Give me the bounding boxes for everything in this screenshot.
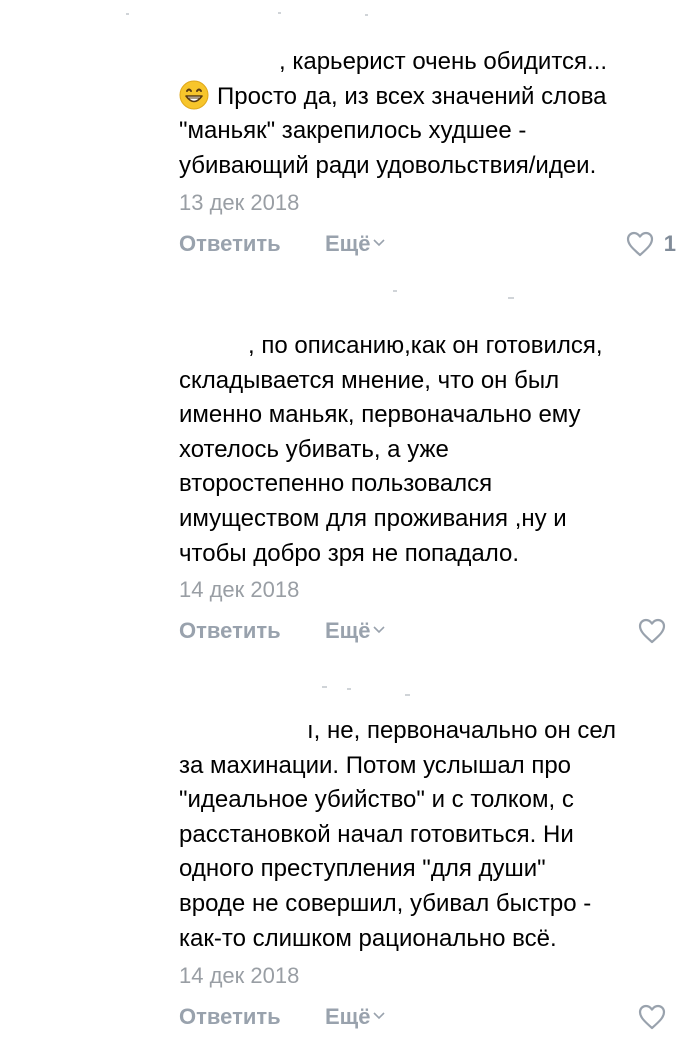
more-label: Ещё xyxy=(325,618,371,643)
redacted-author-name xyxy=(179,337,248,357)
redaction-speck xyxy=(365,14,368,16)
redaction-speck xyxy=(322,686,327,688)
like-count: 1 xyxy=(663,231,676,256)
more-label: Ещё xyxy=(325,1004,371,1029)
chevron-down-icon xyxy=(373,1012,386,1020)
comment-line: , карьерист очень обидится... xyxy=(179,45,679,80)
grinning-face-emoji xyxy=(179,80,209,110)
comment-line: складывается мнение, что он был xyxy=(179,366,560,394)
chevron-down-icon xyxy=(373,626,386,634)
comment-line: чтобы добро зря не попадало. xyxy=(179,539,520,567)
comment-line: одного преступления "для души" xyxy=(179,855,546,883)
comment-date: 13 дек 2018 xyxy=(179,190,300,215)
reply-button[interactable]: Ответить xyxy=(179,1004,281,1030)
like-button[interactable] xyxy=(638,1002,676,1032)
comment-line: "маньяк" закрепилось худшее - xyxy=(179,117,527,145)
more-button[interactable]: Ещё xyxy=(325,1004,386,1030)
more-button[interactable]: Ещё xyxy=(325,618,386,644)
comment-line: убивающий ради удовольствия/идеи. xyxy=(179,151,597,179)
comment-line: ı, не, первоначально он сел xyxy=(179,714,679,749)
more-button[interactable]: Ещё xyxy=(325,231,386,257)
reply-button[interactable]: Ответить xyxy=(179,618,281,644)
redaction-speck xyxy=(126,13,129,15)
comment-date: 14 дек 2018 xyxy=(179,963,300,988)
comment-line: как-то слишком рационально всё. xyxy=(179,924,557,952)
heart-outline-icon xyxy=(626,231,653,257)
like-button[interactable] xyxy=(638,616,676,646)
redaction-speck xyxy=(278,12,281,14)
heart-outline-icon xyxy=(638,618,666,644)
comment-text: , карьерист очень обидится... Просто да,… xyxy=(179,45,679,183)
comment-line: вроде не совершил, убивал быстро - xyxy=(179,889,592,917)
comment-line: "идеальное убийство" и с толком, с xyxy=(179,786,574,814)
comment-line: хотелось убивать, а уже xyxy=(179,435,449,463)
comment-text: ı, не, первоначально он сел за махинации… xyxy=(179,714,679,956)
comment-line: Просто да, из всех значений слова xyxy=(179,80,679,115)
redaction-speck xyxy=(508,297,514,299)
comment-line: , по описанию,как он готовился, xyxy=(179,329,679,364)
redacted-author-name xyxy=(179,722,307,742)
comment-date: 14 дек 2018 xyxy=(179,577,300,602)
more-label: Ещё xyxy=(325,231,371,256)
redaction-speck xyxy=(393,290,397,292)
heart-outline-icon xyxy=(638,1004,666,1030)
comment-line: имуществом для проживания ,ну и xyxy=(179,504,567,532)
comment-line: за махинации. Потом услышал про xyxy=(179,751,572,779)
comment-line: второстепенно пользовался xyxy=(179,470,493,498)
comment-line: именно маньяк, первоначально ему xyxy=(179,401,581,429)
redacted-author-name xyxy=(179,53,279,73)
comment-text: , по описанию,как он готовился, складыва… xyxy=(179,329,679,571)
comment-line: расстановкой начал готовиться. Ни xyxy=(179,820,574,848)
reply-button[interactable]: Ответить xyxy=(179,231,281,257)
redaction-speck xyxy=(347,688,351,690)
like-button[interactable]: 1 xyxy=(626,229,676,259)
redaction-speck xyxy=(405,694,410,696)
chevron-down-icon xyxy=(373,239,386,247)
